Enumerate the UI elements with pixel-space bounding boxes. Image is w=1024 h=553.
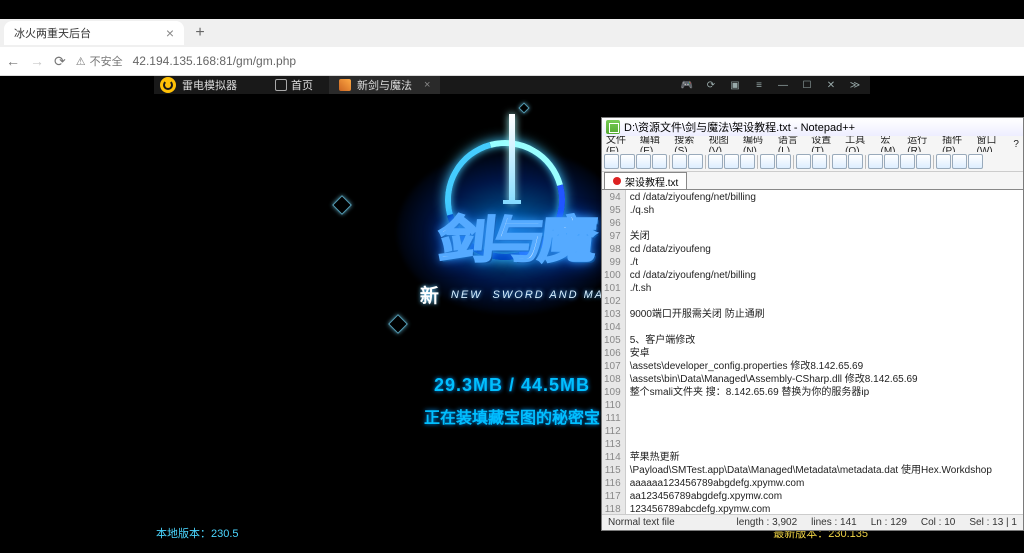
ctl-menu-icon[interactable]: ≡ [752,80,766,91]
notepadpp-toolbar [602,152,1023,172]
emulator-app-label: 新剑与魔法 [357,77,412,93]
browser-tab[interactable]: 冰火两重天后台 × [4,21,184,45]
tb-zoomin-icon[interactable] [832,154,847,169]
tb-zoomout-icon[interactable] [848,154,863,169]
insecure-badge[interactable]: ⚠ 不安全 [76,53,123,69]
tb-play-icon[interactable] [952,154,967,169]
browser-tab-bar: 冰火两重天后台 × + [0,19,1024,47]
browser-url-bar: ← → ⟳ ⚠ 不安全 42.194.135.168:81/gm/gm.php [0,47,1024,76]
code-content[interactable]: cd /data/ziyoufeng/net/billing ./q.sh 关闭… [626,190,1023,514]
tb-showall-icon[interactable] [884,154,899,169]
ctl-expand-icon[interactable]: ≫ [848,80,862,91]
menu-run[interactable]: 运行(R) [907,136,938,152]
emulator-app-tab[interactable]: 新剑与魔法 × [329,76,440,94]
logo-main-text: 剑 与 魔 [435,200,590,272]
notepadpp-status-bar: Normal text file length : 3,902 lines : … [602,514,1023,530]
app-tab-close-icon[interactable]: × [424,79,430,91]
home-icon [275,79,287,91]
tb-cut-icon[interactable] [708,154,723,169]
tb-redo-icon[interactable] [776,154,791,169]
download-message: 正在装填藏宝图的秘密宝 [424,404,600,428]
tb-record-icon[interactable] [936,154,951,169]
tb-open-icon[interactable] [620,154,635,169]
tb-stop-icon[interactable] [968,154,983,169]
file-tab-label: 架设教程.txt [625,174,678,189]
tb-undo-icon[interactable] [760,154,775,169]
notepadpp-menu-bar: 文件(F) 编辑(E) 搜索(S) 视图(V) 编码(N) 语言(L) 设置(T… [602,136,1023,152]
notepadpp-editor[interactable]: 94 95 96 97 98 99 100 101 102 103 104 10… [602,190,1023,514]
notepadpp-icon [606,120,620,134]
status-ln: Ln : 129 [871,517,907,528]
url-text[interactable]: 42.194.135.168:81/gm/gm.php [133,54,296,68]
menu-macro[interactable]: 宏(M) [880,136,903,152]
status-length: length : 3,902 [737,517,798,528]
line-gutter: 94 95 96 97 98 99 100 101 102 103 104 10… [602,190,626,514]
tb-replace-icon[interactable] [812,154,827,169]
local-version: 本地版本：230.5 [156,525,239,541]
nav-back-icon[interactable]: ← [6,53,20,69]
nav-forward-icon: → [30,53,44,69]
tb-save-icon[interactable] [636,154,651,169]
tb-find-icon[interactable] [796,154,811,169]
menu-view[interactable]: 视图(V) [709,136,739,152]
menu-help[interactable]: ? [1013,139,1019,150]
reload-icon[interactable]: ⟳ [54,53,66,70]
menu-plugins[interactable]: 插件(P) [942,136,972,152]
emulator-home-tab[interactable]: 首页 [265,77,323,93]
tb-new-icon[interactable] [604,154,619,169]
ctl-minimize-icon[interactable]: — [776,80,790,91]
tb-close-icon[interactable] [688,154,703,169]
modified-dot-icon [613,177,621,185]
emulator-home-label: 首页 [291,77,313,93]
insecure-label: 不安全 [90,53,123,69]
ctl-maximize-icon[interactable]: ☐ [800,80,814,91]
menu-window[interactable]: 窗口(W) [977,136,1010,152]
menu-search[interactable]: 搜索(S) [674,136,704,152]
notepadpp-file-tab[interactable]: 架设教程.txt [604,172,687,189]
emulator-title: 雷电模拟器 [182,77,237,93]
menu-settings[interactable]: 设置(T) [811,136,841,152]
notepadpp-window[interactable]: D:\资源文件\剑与魔法\架设教程.txt - Notepad++ 文件(F) … [601,117,1024,531]
tb-saveall-icon[interactable] [652,154,667,169]
logo-sub-en-left: NEW [451,289,483,301]
notepadpp-title-bar[interactable]: D:\资源文件\剑与魔法\架设教程.txt - Notepad++ [602,118,1023,136]
status-col: Col : 10 [921,517,955,528]
ctl-screenshot-icon[interactable]: ▣ [728,80,742,91]
tb-outdent-icon[interactable] [916,154,931,169]
menu-file[interactable]: 文件(F) [606,136,636,152]
menu-tools[interactable]: 工具(O) [845,136,876,152]
emulator-logo-icon [160,77,176,93]
download-size: 29.3MB / 44.5MB [424,375,600,396]
menu-lang[interactable]: 语言(L) [778,136,807,152]
status-filetype: Normal text file [608,517,675,528]
ctl-sync-icon[interactable]: ⟳ [704,80,718,91]
tb-paste-icon[interactable] [740,154,755,169]
tb-wrap-icon[interactable] [868,154,883,169]
bottom-black-bar [0,541,1024,553]
notepadpp-title: D:\资源文件\剑与魔法\架设教程.txt - Notepad++ [624,119,855,135]
menu-encoding[interactable]: 编码(N) [743,136,774,152]
tb-print-icon[interactable] [672,154,687,169]
ctl-gamepad-icon[interactable]: 🎮 [680,80,694,91]
notepadpp-tab-row: 架设教程.txt [602,172,1023,190]
status-sel: Sel : 13 | 1 [969,517,1017,528]
browser-tab-title: 冰火两重天后台 [14,25,91,41]
warning-icon: ⚠ [76,55,86,68]
app-icon [339,79,351,91]
tb-indent-icon[interactable] [900,154,915,169]
tb-copy-icon[interactable] [724,154,739,169]
menu-edit[interactable]: 编辑(E) [640,136,670,152]
logo-sub-cn: 新 [420,281,441,308]
top-black-bar [0,0,1024,19]
emulator-title-bar: 雷电模拟器 首页 新剑与魔法 × 🎮 ⟳ ▣ ≡ — ☐ ✕ ≫ [154,76,870,94]
tab-close-icon[interactable]: × [166,25,174,41]
new-tab-button[interactable]: + [190,23,210,43]
logo-sub-en-right: SWORD AND MA [493,289,605,301]
ctl-close-icon[interactable]: ✕ [824,80,838,91]
status-lines: lines : 141 [811,517,857,528]
